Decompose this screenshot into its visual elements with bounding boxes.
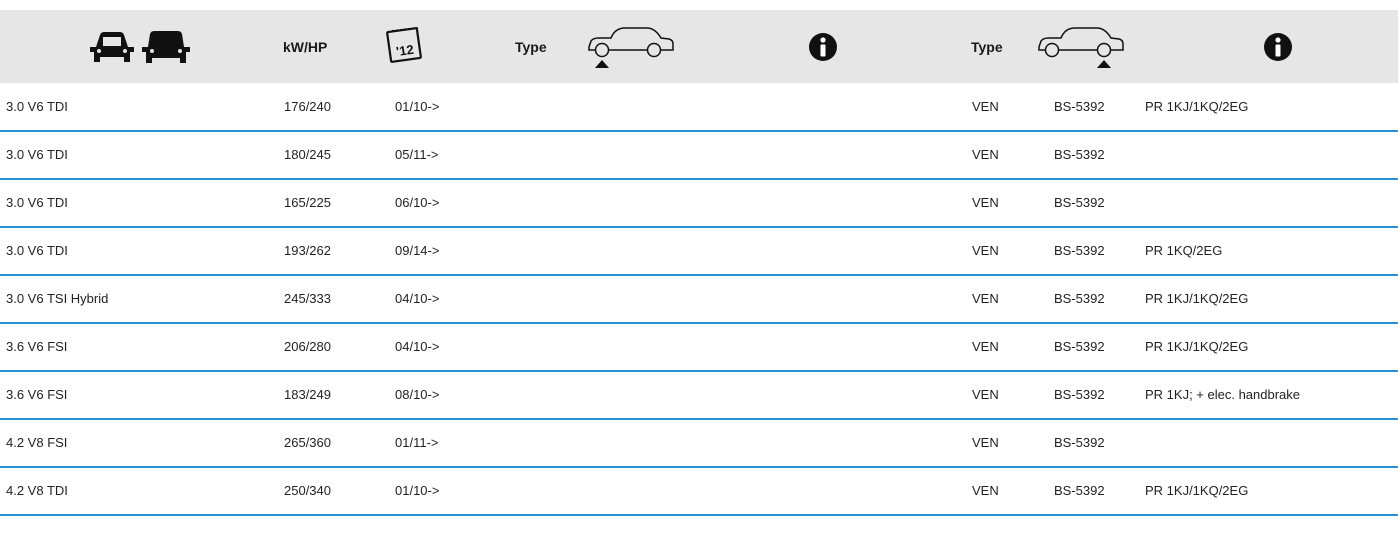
vehicle-model-cell: 3.0 V6 TDI [6, 195, 68, 210]
info-cell: PR 1KJ; + elec. handbrake [1145, 387, 1301, 402]
part-number-cell: BS-5392 [1054, 195, 1105, 210]
type-cell: VEN [972, 99, 999, 114]
table-row[interactable]: 3.0 V6 TDI 165/225 06/10-> VEN BS-5392 [0, 180, 1398, 228]
type-cell: VEN [972, 243, 999, 258]
power-cell: 250/340 [284, 483, 331, 498]
info-icon[interactable] [1263, 10, 1293, 83]
date-cell: 04/10-> [395, 291, 440, 306]
calendar-icon: '12 [386, 10, 426, 83]
part-number-cell: BS-5392 [1054, 387, 1105, 402]
vehicle-model-cell: 4.2 V8 TDI [6, 483, 68, 498]
car-front-axle-icon [585, 10, 677, 83]
power-cell: 265/360 [284, 435, 331, 450]
part-number-cell: BS-5392 [1054, 99, 1105, 114]
part-number-cell: BS-5392 [1054, 243, 1105, 258]
type-header-front: Type [515, 38, 547, 55]
info-cell: PR 1KJ/1KQ/2EG [1145, 483, 1249, 498]
vehicle-model-cell: 4.2 V8 FSI [6, 435, 68, 450]
power-cell: 206/280 [284, 339, 331, 354]
part-number-cell: BS-5392 [1054, 339, 1105, 354]
table-row[interactable]: 4.2 V8 FSI 265/360 01/11-> VEN BS-5392 [0, 420, 1398, 468]
type-header-rear: Type [971, 38, 1003, 55]
power-cell: 176/240 [284, 99, 331, 114]
table-header: kW/HP '12 Type Type [0, 10, 1398, 83]
power-cell: 165/225 [284, 195, 331, 210]
date-cell: 01/10-> [395, 483, 440, 498]
date-cell: 06/10-> [395, 195, 440, 210]
type-cell: VEN [972, 387, 999, 402]
type-cell: VEN [972, 435, 999, 450]
info-cell: PR 1KJ/1KQ/2EG [1145, 339, 1249, 354]
table-row[interactable]: 3.0 V6 TDI 193/262 09/14-> VEN BS-5392 PR 1KQ… [0, 228, 1398, 276]
vehicle-model-cell: 3.0 V6 TDI [6, 243, 68, 258]
info-icon[interactable] [808, 10, 838, 83]
table-row[interactable]: 3.0 V6 TSI Hybrid 245/333 04/10-> VEN BS-539… [0, 276, 1398, 324]
vehicle-model-cell: 3.6 V6 FSI [6, 387, 68, 402]
table-row[interactable]: 3.6 V6 FSI 183/249 08/10-> VEN BS-5392 PR 1KJ… [0, 372, 1398, 420]
part-number-cell: BS-5392 [1054, 147, 1105, 162]
date-cell: 04/10-> [395, 339, 440, 354]
power-cell: 183/249 [284, 387, 331, 402]
table-row[interactable]: 4.2 V8 TDI 250/340 01/10-> VEN BS-5392 PR 1KJ… [0, 468, 1398, 516]
date-cell: 01/11-> [395, 435, 439, 450]
power-header: kW/HP [283, 38, 328, 55]
table-row[interactable]: 3.0 V6 TDI 176/240 01/10-> VEN BS-5392 PR 1KJ… [0, 84, 1398, 132]
table-row[interactable]: 3.0 V6 TDI 180/245 05/11-> VEN BS-5392 [0, 132, 1398, 180]
date-cell: 05/11-> [395, 147, 439, 162]
date-cell: 08/10-> [395, 387, 440, 402]
power-cell: 193/262 [284, 243, 331, 258]
info-cell: PR 1KJ/1KQ/2EG [1145, 291, 1249, 306]
power-cell: 180/245 [284, 147, 331, 162]
part-number-cell: BS-5392 [1054, 435, 1105, 450]
vehicle-model-cell: 3.6 V6 FSI [6, 339, 68, 354]
type-cell: VEN [972, 195, 999, 210]
type-cell: VEN [972, 339, 999, 354]
date-cell: 01/10-> [395, 99, 440, 114]
vehicle-model-cell: 3.0 V6 TSI Hybrid [6, 291, 109, 306]
part-number-cell: BS-5392 [1054, 291, 1105, 306]
info-cell: PR 1KQ/2EG [1145, 243, 1223, 258]
table-row[interactable]: 3.6 V6 FSI 206/280 04/10-> VEN BS-5392 PR 1KJ… [0, 324, 1398, 372]
car-rear-axle-icon [1035, 10, 1127, 83]
vehicle-model-cell: 3.0 V6 TDI [6, 99, 68, 114]
date-cell: 09/14-> [395, 243, 440, 258]
info-cell: PR 1KJ/1KQ/2EG [1145, 99, 1249, 114]
part-number-cell: BS-5392 [1054, 483, 1105, 498]
two-cars-icon [86, 10, 194, 83]
type-cell: VEN [972, 291, 999, 306]
type-cell: VEN [972, 483, 999, 498]
calendar-text: '12 [395, 41, 414, 58]
type-cell: VEN [972, 147, 999, 162]
power-cell: 245/333 [284, 291, 331, 306]
vehicle-model-cell: 3.0 V6 TDI [6, 147, 68, 162]
